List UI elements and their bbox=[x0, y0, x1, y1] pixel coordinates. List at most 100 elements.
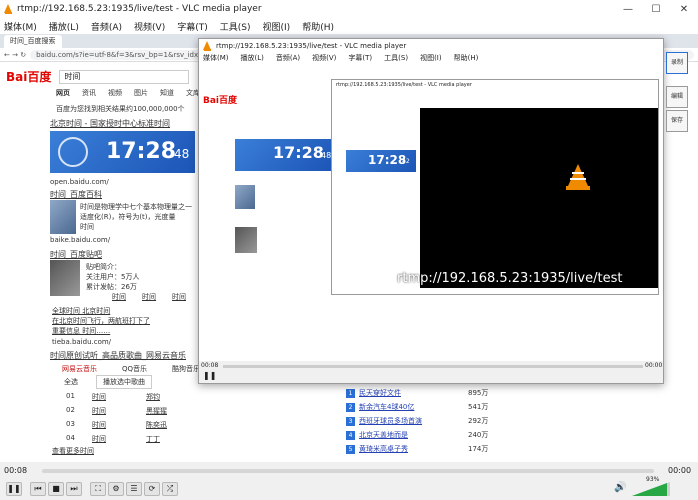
second-control-bar: 00:08 00:00 ❚❚ bbox=[199, 361, 663, 383]
result1-title[interactable]: 北京时间 - 国家授时中心标准时间 bbox=[50, 118, 170, 129]
hot-item-1[interactable]: 1 民天穿好文件 bbox=[346, 388, 401, 398]
extended-settings-button[interactable]: ⚙ bbox=[108, 482, 124, 496]
playlist-button[interactable]: ☰ bbox=[126, 482, 142, 496]
fullscreen-button[interactable]: ⛶ bbox=[90, 482, 106, 496]
music-row-2-artist[interactable]: 黑猩猩 bbox=[146, 406, 167, 416]
side-save-button[interactable]: 保存 bbox=[666, 110, 688, 132]
result2-image bbox=[50, 200, 76, 234]
nav-tab-news[interactable]: 资讯 bbox=[82, 88, 96, 98]
music-row-3-artist[interactable]: 陈奕迅 bbox=[146, 420, 167, 430]
menu-help[interactable]: 帮助(H) bbox=[302, 20, 334, 33]
vlc-cone-icon bbox=[4, 4, 13, 14]
music-play-selected-button[interactable]: 播放选中歌曲 bbox=[96, 375, 152, 389]
main-time-total: 00:00 bbox=[668, 466, 692, 475]
music-tab-qq[interactable]: QQ音乐 bbox=[122, 364, 147, 374]
second-pause-icon[interactable]: ❚❚ bbox=[203, 371, 216, 380]
second-menu-video[interactable]: 视频(V) bbox=[312, 53, 336, 63]
menu-tools[interactable]: 工具(S) bbox=[220, 20, 251, 33]
hot-item-5[interactable]: 5 黄琦米高桌子秀 bbox=[346, 444, 408, 454]
result4-line-3[interactable]: 重要信息 时间…… bbox=[52, 326, 110, 336]
stop-button[interactable]: ■ bbox=[48, 482, 64, 496]
music-row-1-artist[interactable]: 郑钧 bbox=[146, 392, 160, 402]
result3-tag-2[interactable]: 时间 bbox=[142, 292, 156, 302]
second-menu-audio[interactable]: 音频(A) bbox=[276, 53, 300, 63]
hot-item-3[interactable]: 3 西班牙球员多场首演 bbox=[346, 416, 422, 426]
second-seek-bar[interactable] bbox=[223, 365, 643, 368]
next-button[interactable]: ⏭ bbox=[66, 482, 82, 496]
second-vlc-window: rtmp://192.168.5.23:1935/live/test - VLC… bbox=[198, 38, 664, 384]
menu-video[interactable]: 视频(V) bbox=[134, 20, 165, 33]
loop-button[interactable]: ⟳ bbox=[144, 482, 160, 496]
close-button[interactable]: ✕ bbox=[670, 4, 698, 15]
main-window-title: rtmp://192.168.5.23:1935/live/test - VLC… bbox=[17, 4, 262, 14]
nav-tab-images[interactable]: 图片 bbox=[134, 88, 148, 98]
result3-row-2: 关注用户：5万人 bbox=[86, 273, 140, 281]
menu-audio[interactable]: 音频(A) bbox=[91, 20, 122, 33]
result2-text-2: 适度化(R)，符号为(t)，光度量 bbox=[80, 213, 176, 221]
third-clock-time: 17:28 bbox=[368, 153, 407, 167]
music-row-1-name[interactable]: 时间 bbox=[92, 392, 106, 402]
side-edit-button[interactable]: 编辑 bbox=[666, 86, 688, 108]
result4-line-2[interactable]: 在北京时间飞行，两航班打下了 bbox=[52, 316, 150, 326]
maximize-button[interactable]: ☐ bbox=[642, 4, 670, 15]
forward-icon[interactable]: → bbox=[12, 51, 18, 59]
second-menu-help[interactable]: 帮助(H) bbox=[454, 53, 479, 63]
music-title[interactable]: 时间原创试听_高品质歌曲_网易云音乐 bbox=[50, 350, 186, 361]
nav-tab-web[interactable]: 网页 bbox=[56, 88, 70, 98]
music-row-4-name[interactable]: 时间 bbox=[92, 434, 106, 444]
music-more[interactable]: 查看更多时间 bbox=[52, 446, 94, 456]
result3-title[interactable]: 时间_百度贴吧 bbox=[50, 249, 102, 260]
third-video-area bbox=[420, 108, 658, 288]
music-row-4-artist[interactable]: 丁丁 bbox=[146, 434, 160, 444]
menu-subtitle[interactable]: 字幕(T) bbox=[177, 20, 208, 33]
result4-site[interactable]: tieba.baidu.com/ bbox=[52, 338, 111, 346]
rtmp-overlay-text: rtmp://192.168.5.23:1935/live/test bbox=[397, 271, 623, 286]
main-time-current: 00:08 bbox=[4, 466, 28, 475]
second-baidu-logo: Bai百度 bbox=[203, 96, 238, 106]
second-menu-playback[interactable]: 播放(L) bbox=[241, 53, 264, 63]
clock-site[interactable]: open.baidu.com/ bbox=[50, 178, 109, 186]
result2-site[interactable]: baike.baidu.com/ bbox=[50, 236, 110, 244]
music-row-4-num: 04 bbox=[66, 434, 75, 442]
pause-button[interactable]: ❚❚ bbox=[6, 482, 22, 496]
menu-media[interactable]: 媒体(M) bbox=[4, 20, 37, 33]
main-control-bar: 00:08 00:00 ❚❚ ⏮ ■ ⏭ ⛶ ⚙ ☰ ⟳ ⤮ 🔊 93% bbox=[0, 462, 698, 500]
nav-tab-video[interactable]: 视频 bbox=[108, 88, 122, 98]
music-row-2-name[interactable]: 时间 bbox=[92, 406, 106, 416]
shuffle-button[interactable]: ⤮ bbox=[162, 482, 178, 496]
second-menu-media[interactable]: 媒体(M) bbox=[203, 53, 229, 63]
side-record-button[interactable]: 录制 bbox=[666, 52, 688, 74]
reload-icon[interactable]: ↻ bbox=[20, 51, 26, 59]
second-menu-view[interactable]: 视图(I) bbox=[420, 53, 442, 63]
browser-tab[interactable]: 时间_百度搜索 bbox=[4, 34, 62, 48]
second-menu-subtitle[interactable]: 字幕(T) bbox=[348, 53, 372, 63]
music-select-all[interactable]: 全选 bbox=[64, 377, 78, 387]
hot-item-2[interactable]: 2 新余汽车4球40亿 bbox=[346, 402, 414, 412]
music-row-2-num: 02 bbox=[66, 406, 75, 414]
second-menu-tools[interactable]: 工具(S) bbox=[384, 53, 408, 63]
result3-tag-3[interactable]: 时间 bbox=[172, 292, 186, 302]
result2-text-1: 时间是物理学中七个基本物理量之一 bbox=[80, 203, 192, 211]
music-tab-163[interactable]: 网易云音乐 bbox=[62, 364, 97, 374]
main-title-bar: rtmp://192.168.5.23:1935/live/test - VLC… bbox=[0, 0, 698, 18]
main-menu-bar: 媒体(M) 播放(L) 音频(A) 视频(V) 字幕(T) 工具(S) 视图(I… bbox=[0, 18, 698, 34]
music-row-3-num: 03 bbox=[66, 420, 75, 428]
minimize-button[interactable]: — bbox=[614, 4, 642, 15]
second-window-title: rtmp://192.168.5.23:1935/live/test - VLC… bbox=[216, 41, 407, 50]
search-input[interactable]: 时间 bbox=[59, 69, 190, 84]
result4-line-1[interactable]: 全球时间 北京时间 bbox=[52, 306, 110, 316]
menu-playback[interactable]: 播放(L) bbox=[49, 20, 79, 33]
back-icon[interactable]: ← bbox=[4, 51, 10, 59]
hot-item-4[interactable]: 4 北京天盖地而是 bbox=[346, 430, 408, 440]
hot-item-2-count: 541万 bbox=[468, 403, 489, 411]
volume-slider[interactable] bbox=[632, 482, 670, 496]
menu-view[interactable]: 视图(I) bbox=[263, 20, 291, 33]
music-row-3-name[interactable]: 时间 bbox=[92, 420, 106, 430]
previous-button[interactable]: ⏮ bbox=[30, 482, 46, 496]
volume-icon[interactable]: 🔊 bbox=[614, 482, 626, 493]
main-seek-bar[interactable] bbox=[42, 469, 654, 473]
result3-tag-1[interactable]: 时间 bbox=[112, 292, 126, 302]
music-tab-kugou[interactable]: 酷狗音乐 bbox=[172, 364, 200, 374]
result2-title[interactable]: 时间_百度百科 bbox=[50, 189, 102, 200]
nav-tab-zhidao[interactable]: 知道 bbox=[160, 88, 174, 98]
